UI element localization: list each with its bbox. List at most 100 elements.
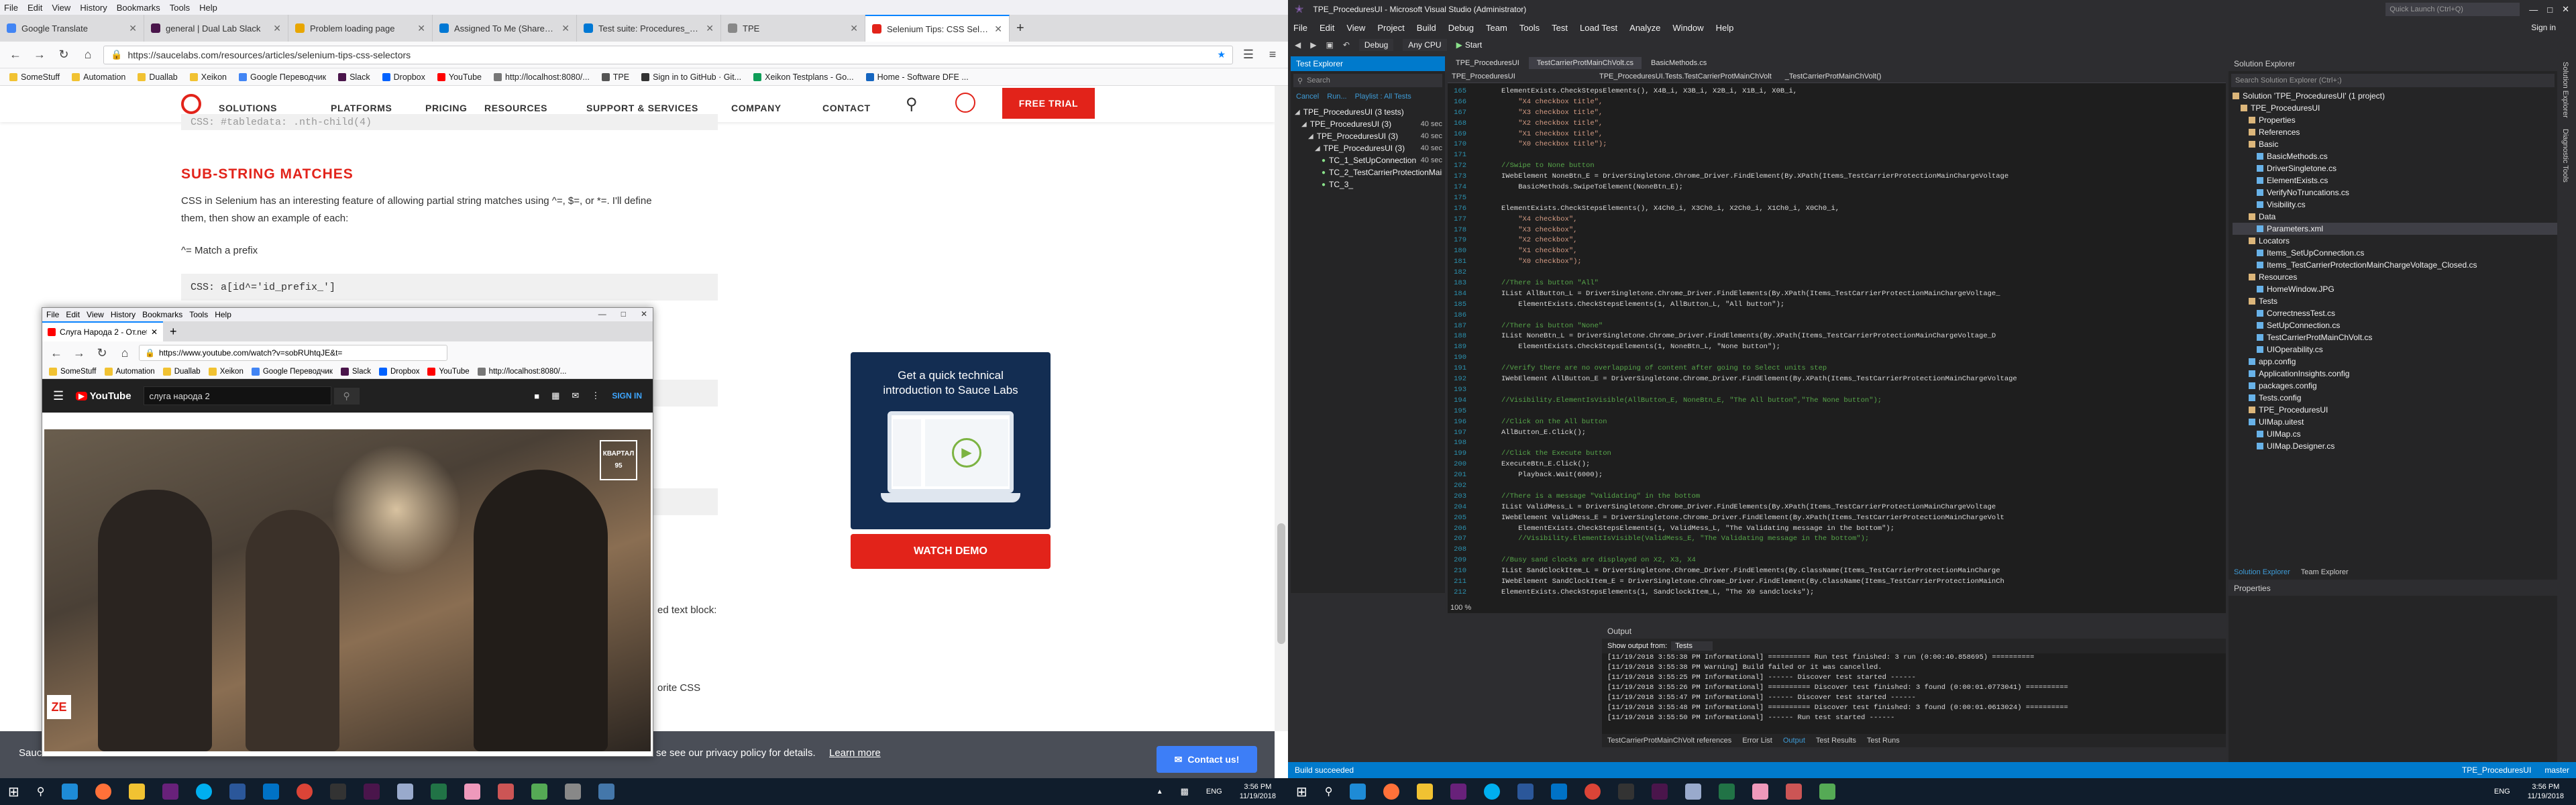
bookmark-item[interactable]: Xeikon [189, 72, 227, 82]
browser-tab[interactable]: Assigned To Me (Shared Query ✕ [433, 15, 577, 42]
output-source-dropdown[interactable]: Tests [1671, 641, 1713, 651]
solution-tree-item[interactable]: TestCarrierProtMainChVolt.cs [2233, 331, 2557, 343]
watch-demo-button[interactable]: WATCH DEMO [851, 534, 1051, 569]
ff-menu-bookmarks[interactable]: Bookmarks [117, 3, 160, 13]
minimize-icon[interactable]: — [598, 309, 606, 319]
ff-menu-file[interactable]: File [4, 3, 18, 13]
test-tree-item[interactable]: ◢ TPE_ProceduresUI (3 tests) [1295, 106, 1442, 118]
popup-bookmark-item[interactable]: YouTube [427, 367, 470, 376]
close-tab-icon[interactable]: ✕ [129, 23, 137, 34]
solution-tree-item[interactable]: UIOperability.cs [2233, 343, 2557, 356]
right-excel-icon[interactable] [1719, 784, 1735, 800]
ff-menu-tools[interactable]: Tools [170, 3, 190, 13]
side-strip-tab[interactable]: Diagnostic Tools [2559, 123, 2572, 188]
youtube-video-player[interactable]: КВАРТАЛ 95 ZE [44, 429, 651, 751]
status-branch[interactable]: master [2544, 765, 2569, 775]
bookmark-item[interactable]: Xeikon Testplans - Go... [753, 72, 854, 82]
taskbar-search-icon[interactable]: ⚲ [37, 785, 45, 798]
output-tab[interactable]: Test Results [1816, 737, 1856, 745]
solution-tree-item[interactable]: TPE_ProceduresUI [2233, 102, 2557, 114]
config-dropdown[interactable]: Debug [1358, 39, 1394, 51]
browser-tab[interactable]: general | Dual Lab Slack ✕ [144, 15, 288, 42]
popup-home-icon[interactable]: ⌂ [116, 346, 133, 360]
vs-menu-edit[interactable]: Edit [1320, 23, 1334, 33]
edge-icon[interactable] [62, 784, 78, 800]
hamburger-icon[interactable]: ☰ [53, 389, 64, 403]
solution-tree-item[interactable]: UIMap.cs [2233, 428, 2557, 440]
ff-menu-view[interactable]: View [52, 3, 70, 13]
solution-tree-item[interactable]: app.config [2233, 356, 2557, 368]
vs-menu-build[interactable]: Build [1417, 23, 1436, 33]
back-icon[interactable]: ← [7, 48, 24, 62]
home-icon[interactable]: ⌂ [79, 48, 97, 62]
solution-tree-item[interactable]: CorrectnessTest.cs [2233, 307, 2557, 319]
contact-us-button[interactable]: ✉ Contact us! [1157, 746, 1257, 773]
site-nav-company[interactable]: COMPANY [731, 103, 782, 113]
start-button[interactable]: ▶ Start [1456, 40, 1483, 50]
app-icon-3[interactable] [565, 784, 582, 800]
vs-menu-view[interactable]: View [1346, 23, 1365, 33]
vs-menu-analyze[interactable]: Analyze [1629, 23, 1660, 33]
vs-close-icon[interactable]: ✕ [2562, 4, 2569, 15]
solution-tree-item[interactable]: Items_SetUpConnection.cs [2233, 247, 2557, 259]
status-project[interactable]: TPE_ProceduresUI [2462, 765, 2531, 775]
popup-menu-help[interactable]: Help [215, 310, 231, 319]
editor-nav-dropdown[interactable]: _TestCarrierProtMainChVolt() [1785, 72, 1919, 80]
solution-tree-item[interactable]: Visibility.cs [2233, 199, 2557, 211]
right-word-icon[interactable] [1517, 784, 1534, 800]
popup-menu-view[interactable]: View [87, 310, 104, 319]
solution-search[interactable]: Search Solution Explorer (Ctrl+;) [2231, 74, 2555, 87]
search-icon[interactable]: ⚲ [906, 95, 918, 114]
skype-icon[interactable] [196, 784, 213, 800]
popup-menu-file[interactable]: File [46, 310, 59, 319]
solution-bottom-tab[interactable]: Team Explorer [2301, 568, 2349, 576]
slack-taskbar-icon[interactable] [364, 784, 380, 800]
editor-tab[interactable]: TestCarrierProtMainChVolt.cs [1528, 57, 1642, 69]
right-paint-icon[interactable] [1752, 784, 1769, 800]
ff-menu-help[interactable]: Help [199, 3, 217, 13]
forward-icon[interactable]: → [31, 48, 48, 62]
solution-tree-item[interactable]: packages.config [2233, 380, 2557, 392]
page-scrollbar-thumb[interactable] [1277, 523, 1285, 644]
popup-menu-bookmarks[interactable]: Bookmarks [142, 310, 182, 319]
run-bar-item[interactable]: Cancel [1296, 93, 1319, 101]
bookmark-item[interactable]: Automation [72, 72, 125, 82]
youtube-search-input[interactable]: слуга народа 2 [143, 386, 331, 405]
app-icon-4[interactable] [598, 784, 615, 800]
vs-menu-window[interactable]: Window [1672, 23, 1703, 33]
free-trial-button[interactable]: FREE TRIAL [1002, 88, 1095, 119]
sauce-demo-card[interactable]: Get a quick technical introduction to Sa… [851, 352, 1051, 529]
test-tree-item[interactable]: ◢ TPE_ProceduresUI (3) 40 sec [1295, 118, 1442, 130]
close-tab-icon[interactable]: ✕ [850, 23, 858, 34]
solution-tree-item[interactable]: UIMap.uitest [2233, 416, 2557, 428]
output-tab[interactable]: Output [1783, 737, 1805, 745]
run-bar-item[interactable]: Playlist : All Tests [1355, 93, 1411, 101]
ff-menu-edit[interactable]: Edit [28, 3, 42, 13]
vs-menu-tools[interactable]: Tools [1519, 23, 1540, 33]
bookmark-item[interactable]: Duallab [138, 72, 178, 82]
popup-menu-edit[interactable]: Edit [66, 310, 80, 319]
vs-menu-test[interactable]: Test [1552, 23, 1568, 33]
reload-icon[interactable]: ↻ [55, 48, 72, 62]
right-firefox-icon[interactable] [1383, 784, 1400, 800]
solution-bottom-tab[interactable]: Solution Explorer [2234, 568, 2290, 576]
apps-grid-icon[interactable]: ▦ [551, 390, 559, 401]
editor-nav-dropdown[interactable]: TPE_ProceduresUI.Tests.TestCarrierProtMa… [1599, 72, 1772, 80]
right-app-icon-2[interactable] [1819, 784, 1836, 800]
site-nav-resources[interactable]: RESOURCES [484, 103, 547, 113]
paint-icon[interactable] [464, 784, 481, 800]
test-tree-item[interactable]: ●TC_2_TestCarrierProtectionMainChargeVol… [1295, 166, 1442, 178]
quick-launch-input[interactable]: Quick Launch (Ctrl+Q) [2385, 3, 2520, 16]
ff-menu-history[interactable]: History [80, 3, 107, 13]
solution-tree-item[interactable]: UIMap.Designer.cs [2233, 440, 2557, 452]
site-nav-support-services[interactable]: SUPPORT & SERVICES [586, 103, 698, 113]
popup-menu-history[interactable]: History [111, 310, 136, 319]
vs-menu-project[interactable]: Project [1377, 23, 1404, 33]
right-notepad-icon[interactable] [1685, 784, 1702, 800]
solution-tree-item[interactable]: Solution 'TPE_ProceduresUI' (1 project) [2233, 90, 2557, 102]
solution-tree-item[interactable]: Locators [2233, 235, 2557, 247]
popup-bookmark-item[interactable]: http://localhost:8080/... [477, 367, 566, 376]
solution-tree-item[interactable]: Data [2233, 211, 2557, 223]
close-tab-icon[interactable]: ✕ [561, 23, 570, 34]
close-tab-icon[interactable]: ✕ [273, 23, 281, 34]
